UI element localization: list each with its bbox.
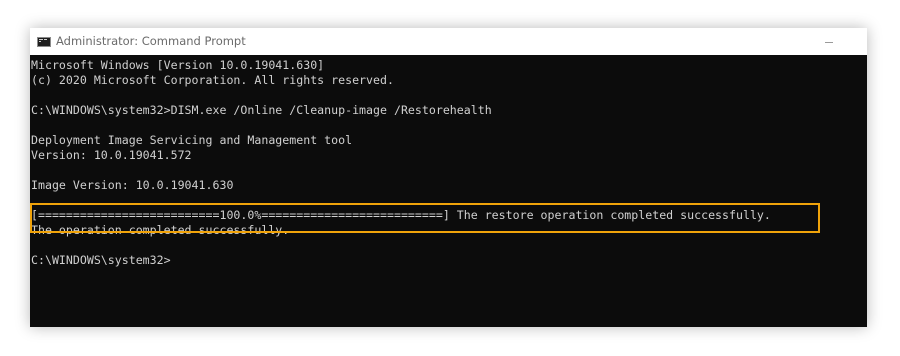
- minimize-button[interactable]: [817, 28, 841, 55]
- console-line: (c) 2020 Microsoft Corporation. All righ…: [31, 73, 394, 87]
- highlight-box: [30, 203, 820, 233]
- console-line: Microsoft Windows [Version 10.0.19041.63…: [31, 58, 325, 72]
- minimize-icon: [825, 42, 833, 43]
- window-title: Administrator: Command Prompt: [56, 34, 246, 48]
- console-prompt-line: C:\WINDOWS\system32>: [31, 253, 171, 267]
- console-line: Deployment Image Servicing and Managemen…: [31, 133, 353, 147]
- console-output[interactable]: Microsoft Windows [Version 10.0.19041.63…: [30, 55, 867, 327]
- cmd-icon: [37, 37, 51, 47]
- console-line: Version: 10.0.19041.572: [31, 148, 192, 162]
- title-bar[interactable]: Administrator: Command Prompt: [30, 28, 867, 55]
- console-line: Image Version: 10.0.19041.630: [31, 178, 234, 192]
- console-line: C:\WINDOWS\system32>DISM.exe /Online /Cl…: [31, 103, 492, 117]
- command-prompt-window: Administrator: Command Prompt Microsoft …: [30, 28, 867, 327]
